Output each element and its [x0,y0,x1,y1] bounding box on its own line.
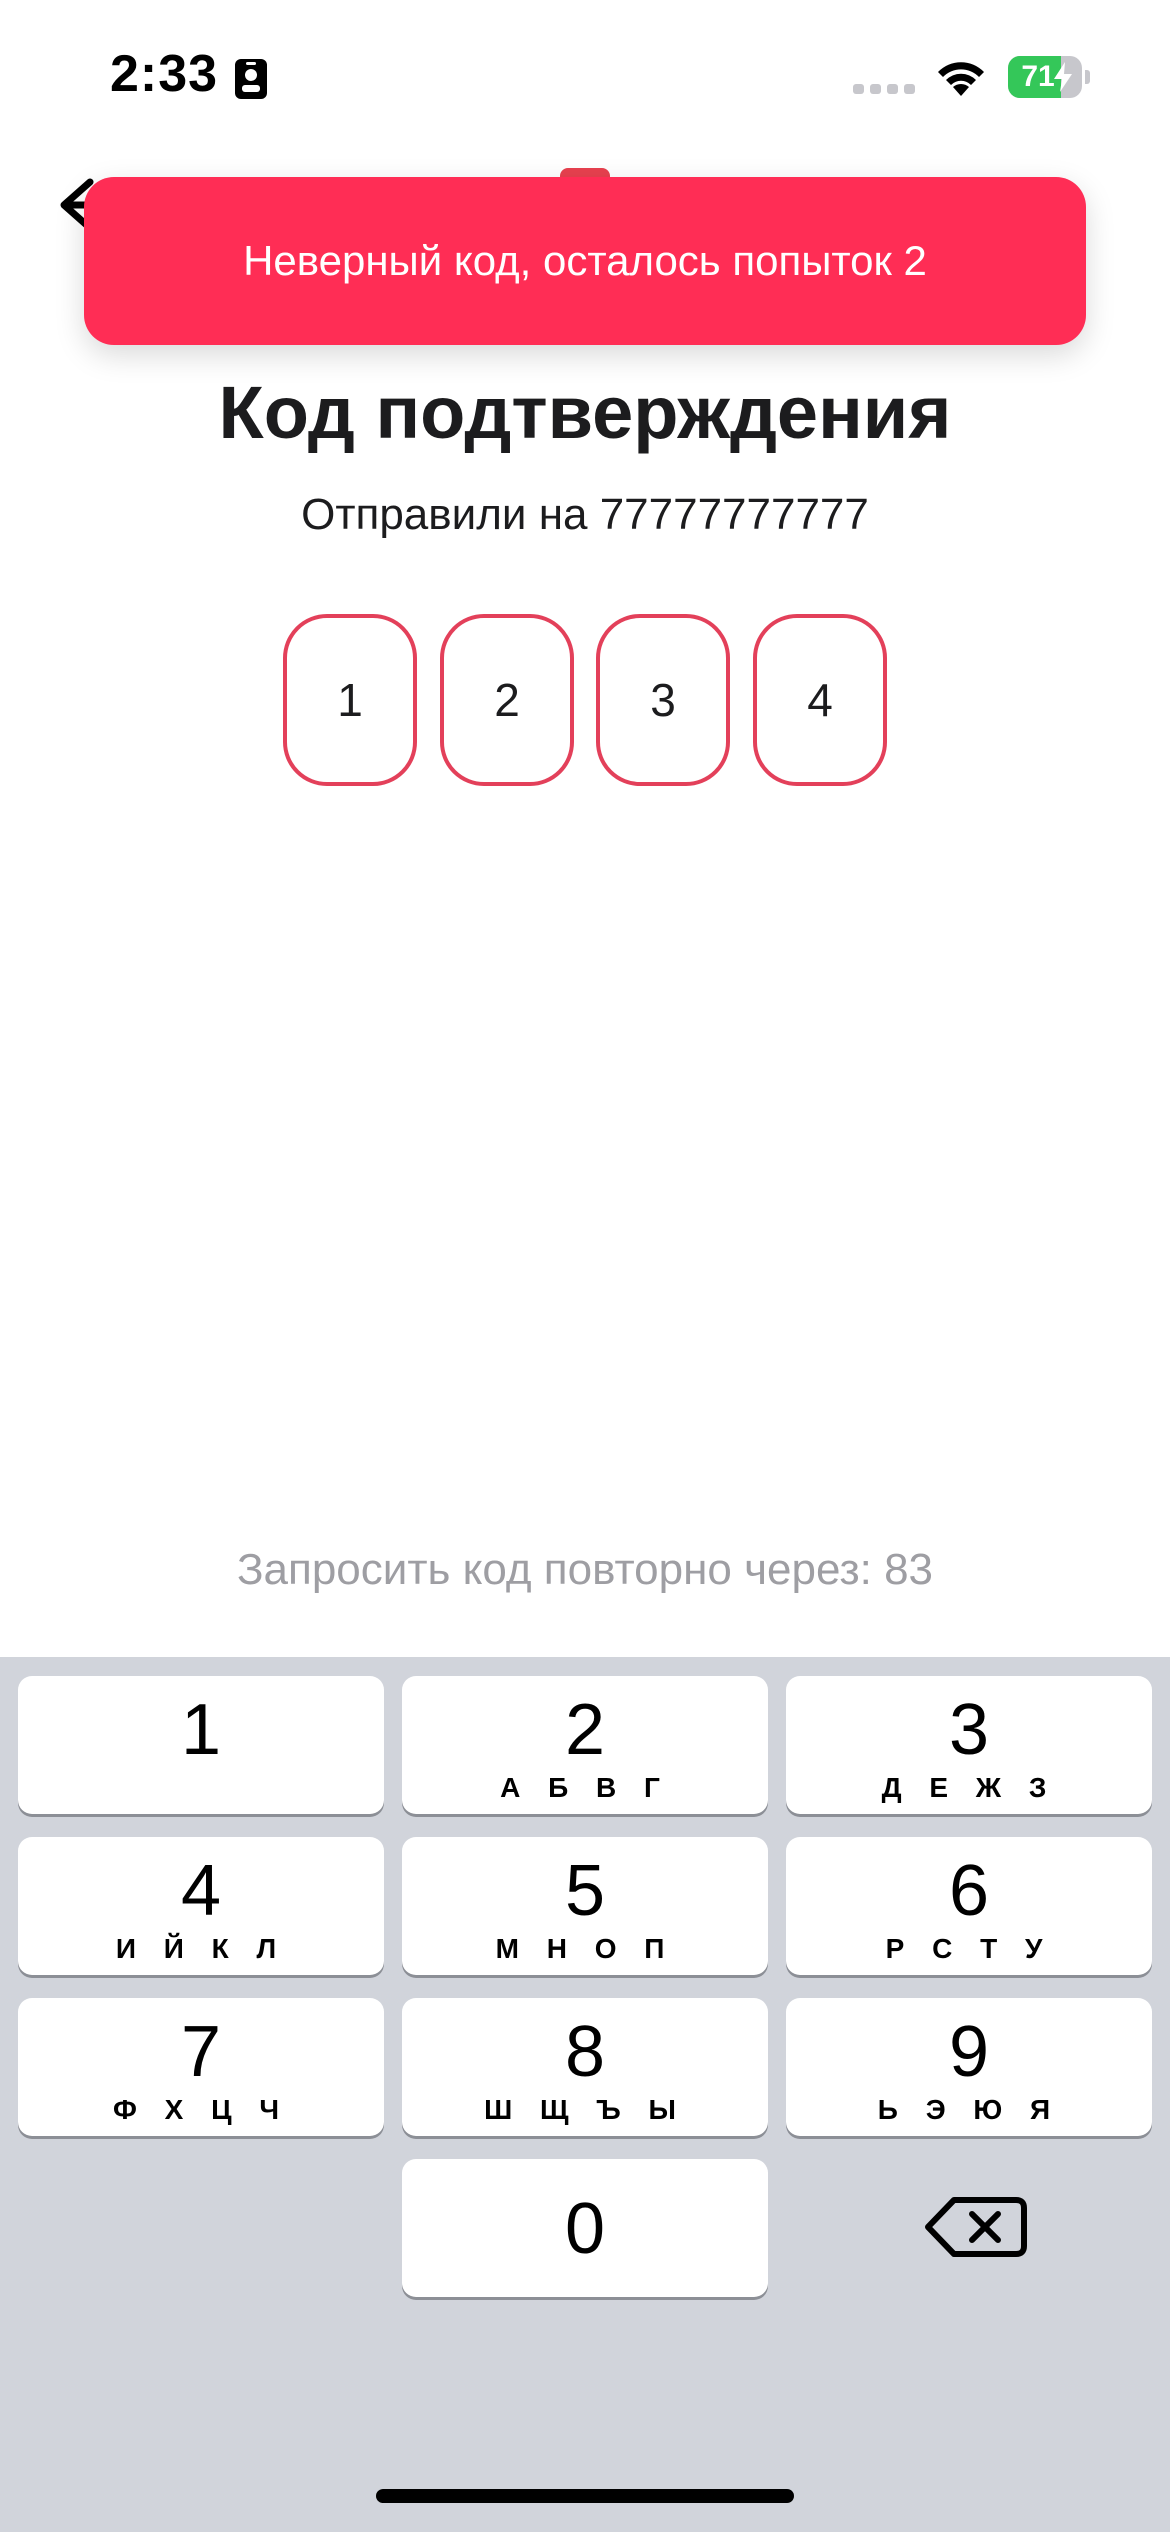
key-7[interactable]: 7 Ф Х Ц Ч [18,1998,384,2136]
code-input[interactable]: 1 2 3 4 [283,614,887,786]
key-digit: 3 [948,1690,990,1770]
error-toast[interactable]: Неверный код, осталось попыток 2 [84,177,1086,345]
page-title: Код подтверждения [218,371,952,454]
key-digit: 5 [564,1851,606,1931]
key-digit: 0 [564,2189,606,2269]
key-4[interactable]: 4 И Й К Л [18,1837,384,1975]
key-digit: 2 [564,1690,606,1770]
resend-timer: Запросить код повторно через: 83 [236,1545,934,1594]
key-digit: 1 [180,1690,222,1770]
key-letters: Р С Т У [885,1933,1053,1964]
key-digit: 8 [564,2012,606,2092]
key-letters: Д Е Ж З [881,1772,1057,1803]
key-digit: 6 [948,1851,990,1931]
code-digit-box[interactable]: 4 [753,614,887,786]
cellular-signal-icon [853,84,915,94]
key-letters: И Й К Л [115,1933,287,1964]
key-letters: Ш Щ Ъ Ы [484,2094,686,2125]
code-digit-box[interactable]: 3 [596,614,730,786]
status-bar: 2:33 71 [0,0,1170,150]
key-digit: 4 [180,1851,222,1931]
key-digit: 9 [948,2012,990,2092]
backspace-icon[interactable] [920,2182,1032,2272]
key-5[interactable]: 5 М Н О П [402,1837,768,1975]
key-8[interactable]: 8 Ш Щ Ъ Ы [402,1998,768,2136]
key-3[interactable]: 3 Д Е Ж З [786,1676,1152,1814]
key-letters: Ь Э Ю Я [877,2094,1061,2125]
key-letters: А Б В Г [500,1772,670,1803]
sent-to-text: Отправили на 77777777777 [301,490,869,539]
key-2[interactable]: 2 А Б В Г [402,1676,768,1814]
battery-indicator: 71 [1008,56,1090,98]
home-indicator [376,2489,794,2503]
code-digit-box[interactable]: 2 [440,614,574,786]
key-9[interactable]: 9 Ь Э Ю Я [786,1998,1152,2136]
key-letters: Ф Х Ц Ч [112,2094,290,2125]
code-digit-box[interactable]: 1 [283,614,417,786]
toast-message: Неверный код, осталось попыток 2 [243,237,927,284]
key-6[interactable]: 6 Р С Т У [786,1837,1152,1975]
person-badge-icon [235,59,267,99]
wifi-icon [938,62,984,96]
key-0[interactable]: 0 [402,2159,768,2297]
charging-bolt-icon [1054,62,1072,92]
key-1[interactable]: 1 [18,1676,384,1814]
status-time: 2:33 [110,45,219,103]
key-digit: 7 [180,2012,222,2092]
key-letters: М Н О П [495,1933,675,1964]
